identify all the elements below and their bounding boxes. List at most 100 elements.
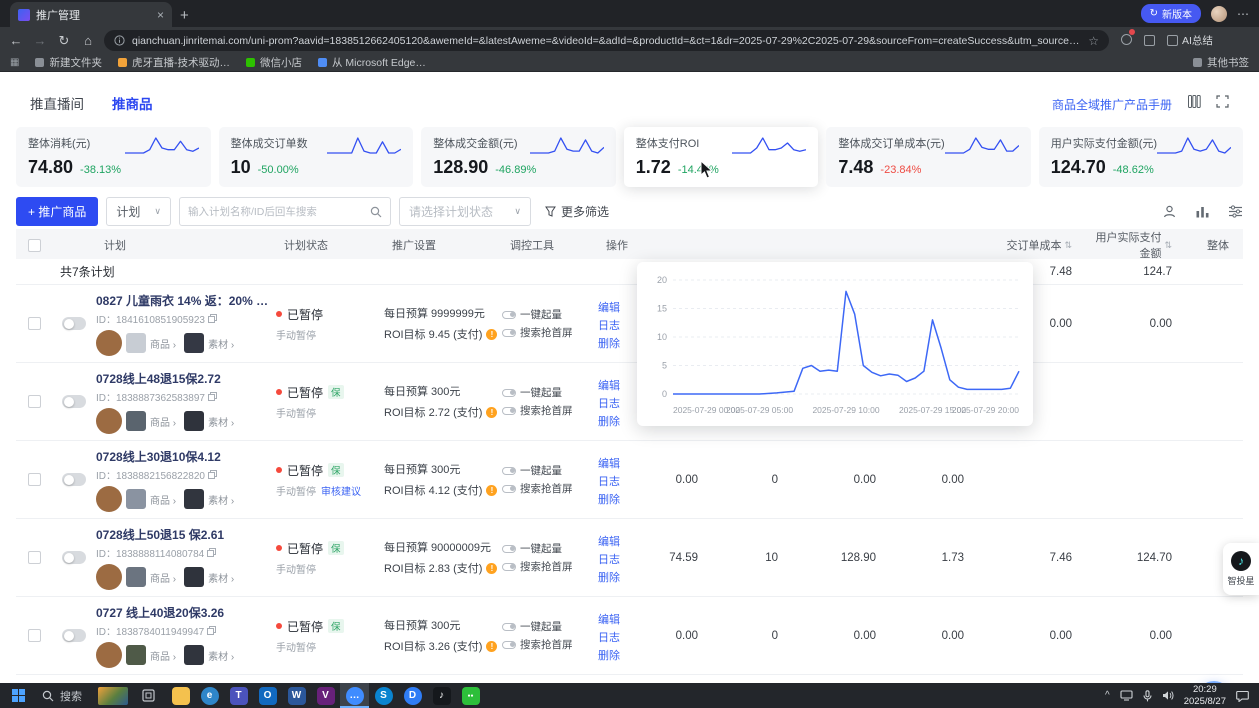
col-overall-cut[interactable]: 整体⇅ — [1186, 237, 1243, 253]
more-filters-button[interactable]: 更多筛选 — [545, 203, 609, 220]
row-enable-toggle[interactable] — [62, 473, 86, 486]
favorite-star-icon[interactable]: ☆ — [1088, 34, 1099, 48]
plan-title[interactable]: 0727 线上40退20保3.26 — [96, 604, 270, 621]
one-key-boost-label[interactable]: 一键起量 — [520, 541, 562, 556]
metrics-icon[interactable] — [1195, 204, 1210, 219]
taskbar-app-file-explorer[interactable] — [166, 683, 195, 708]
column-settings-icon[interactable] — [1228, 204, 1243, 219]
export-icon[interactable] — [1162, 204, 1177, 219]
row-enable-toggle[interactable] — [62, 551, 86, 564]
fullscreen-icon[interactable] — [1216, 95, 1229, 108]
edit-link[interactable]: 编辑 — [598, 611, 650, 627]
taskbar-app-app-purple[interactable]: V — [311, 683, 340, 708]
boost-toggle-icon[interactable] — [502, 311, 516, 319]
delete-link[interactable]: 删除 — [598, 569, 650, 585]
promote-product-button[interactable]: + 推广商品 — [16, 197, 98, 226]
plan-title[interactable]: 0728线上30退10保4.12 — [96, 448, 270, 465]
collections-icon[interactable] — [1144, 35, 1155, 46]
copy-icon[interactable] — [208, 392, 217, 401]
plan-type-select[interactable]: 计划∨ — [106, 197, 171, 226]
copy-icon[interactable] — [208, 314, 217, 323]
col-order-cost[interactable]: 交订单成本⇅ — [978, 237, 1086, 253]
col-plan[interactable]: 计划 — [96, 237, 276, 253]
boost-toggle-icon[interactable] — [502, 389, 516, 397]
new-version-button[interactable]: ↻新版本 — [1141, 4, 1201, 23]
log-link[interactable]: 日志 — [598, 551, 650, 567]
warning-icon[interactable]: ! — [486, 407, 497, 418]
tab-live-room[interactable]: 推直播间 — [30, 93, 84, 113]
search-toggle-icon[interactable] — [502, 641, 516, 649]
product-link[interactable]: 商品 › — [150, 336, 176, 351]
plan-title[interactable]: 0827 儿童雨衣 14% 返：20% 保：9.92 — [96, 292, 270, 309]
row-enable-toggle[interactable] — [62, 395, 86, 408]
collections-grid-icon[interactable]: ▦ — [10, 57, 19, 68]
news-widget-thumbnail[interactable] — [98, 687, 128, 705]
new-tab-button[interactable]: + — [180, 7, 189, 24]
edit-link[interactable]: 编辑 — [598, 533, 650, 549]
product-link[interactable]: 商品 › — [150, 414, 176, 429]
log-link[interactable]: 日志 — [598, 629, 650, 645]
edit-link[interactable]: 编辑 — [598, 455, 650, 471]
search-toggle-icon[interactable] — [502, 407, 516, 415]
taskbar-app-edge[interactable]: e — [195, 683, 224, 708]
taskbar-app-dingtalk[interactable]: D — [398, 683, 427, 708]
select-all-checkbox[interactable] — [28, 239, 41, 252]
address-bar[interactable]: qianchuan.jinritemai.com/uni-prom?aavid=… — [104, 30, 1109, 51]
one-key-boost-label[interactable]: 一键起量 — [520, 385, 562, 400]
metric-card[interactable]: 整体成交金额(元) 128.90 -46.89% — [421, 127, 616, 187]
row-checkbox[interactable] — [28, 317, 41, 330]
warning-icon[interactable]: ! — [486, 329, 497, 340]
tab-close-icon[interactable]: × — [157, 8, 164, 22]
notification-center-icon[interactable] — [1236, 690, 1249, 702]
warning-icon[interactable]: ! — [486, 563, 497, 574]
browser-tab[interactable]: 推广管理 × — [10, 2, 172, 27]
col-ops[interactable]: 操作 — [598, 237, 650, 253]
metric-card[interactable]: 整体成交订单数 10 -50.00% — [219, 127, 414, 187]
taskbar-app-teams[interactable]: T — [224, 683, 253, 708]
taskbar-search[interactable]: 搜索 — [32, 683, 92, 708]
bookmark-item[interactable]: 虎牙直播-技术驱动… — [118, 55, 230, 70]
sort-icon[interactable]: ⇅ — [1164, 240, 1172, 251]
product-manual-link[interactable]: 商品全域推广产品手册 — [1052, 96, 1172, 113]
back-icon[interactable]: ← — [8, 33, 24, 48]
bookmark-item[interactable]: 新建文件夹 — [35, 55, 102, 70]
material-link[interactable]: 素材 › — [208, 414, 234, 429]
taskbar-app-douyin[interactable]: ♪ — [427, 683, 456, 708]
col-tools[interactable]: 调控工具 — [502, 237, 598, 253]
page-info-icon[interactable] — [114, 35, 125, 46]
boost-toggle-icon[interactable] — [502, 545, 516, 553]
browser-menu-icon[interactable]: ⋯ — [1237, 7, 1249, 21]
start-button[interactable] — [4, 683, 32, 708]
metric-card[interactable]: 整体成交订单成本(元) 7.48 -23.84% — [826, 127, 1030, 187]
one-key-boost-label[interactable]: 一键起量 — [520, 463, 562, 478]
search-screen-label[interactable]: 搜索抢首屏 — [520, 637, 573, 652]
metric-card[interactable]: 用户实际支付金额(元) 124.70 -48.62% — [1039, 127, 1243, 187]
warning-icon[interactable]: ! — [486, 485, 497, 496]
product-link[interactable]: 商品 › — [150, 492, 176, 507]
home-icon[interactable]: ⌂ — [80, 33, 96, 48]
bookmark-item[interactable]: 从 Microsoft Edge… — [318, 55, 426, 70]
taskbar-app-outlook[interactable]: O — [253, 683, 282, 708]
search-screen-label[interactable]: 搜索抢首屏 — [520, 481, 573, 496]
search-input[interactable] — [188, 206, 364, 218]
ai-summary-button[interactable]: AI总结 — [1167, 33, 1213, 48]
other-bookmarks[interactable]: 其他书签 — [1193, 55, 1249, 70]
row-checkbox[interactable] — [28, 629, 41, 642]
product-link[interactable]: 商品 › — [150, 648, 176, 663]
boost-toggle-icon[interactable] — [502, 623, 516, 631]
material-link[interactable]: 素材 › — [208, 336, 234, 351]
col-status[interactable]: 计划状态 — [276, 237, 384, 253]
row-enable-toggle[interactable] — [62, 317, 86, 330]
copy-icon[interactable] — [208, 470, 217, 479]
col-setting[interactable]: 推广设置 — [384, 237, 502, 253]
forward-icon[interactable]: → — [32, 33, 48, 48]
material-link[interactable]: 素材 › — [208, 570, 234, 585]
material-link[interactable]: 素材 › — [208, 492, 234, 507]
one-key-boost-label[interactable]: 一键起量 — [520, 307, 562, 322]
task-view-button[interactable] — [134, 683, 162, 708]
tray-chevron-up-icon[interactable]: ^ — [1105, 690, 1110, 701]
bookmark-item[interactable]: 微信小店 — [246, 55, 302, 70]
taskbar-app-word[interactable]: W — [282, 683, 311, 708]
plan-search[interactable] — [179, 197, 391, 226]
row-checkbox[interactable] — [28, 395, 41, 408]
